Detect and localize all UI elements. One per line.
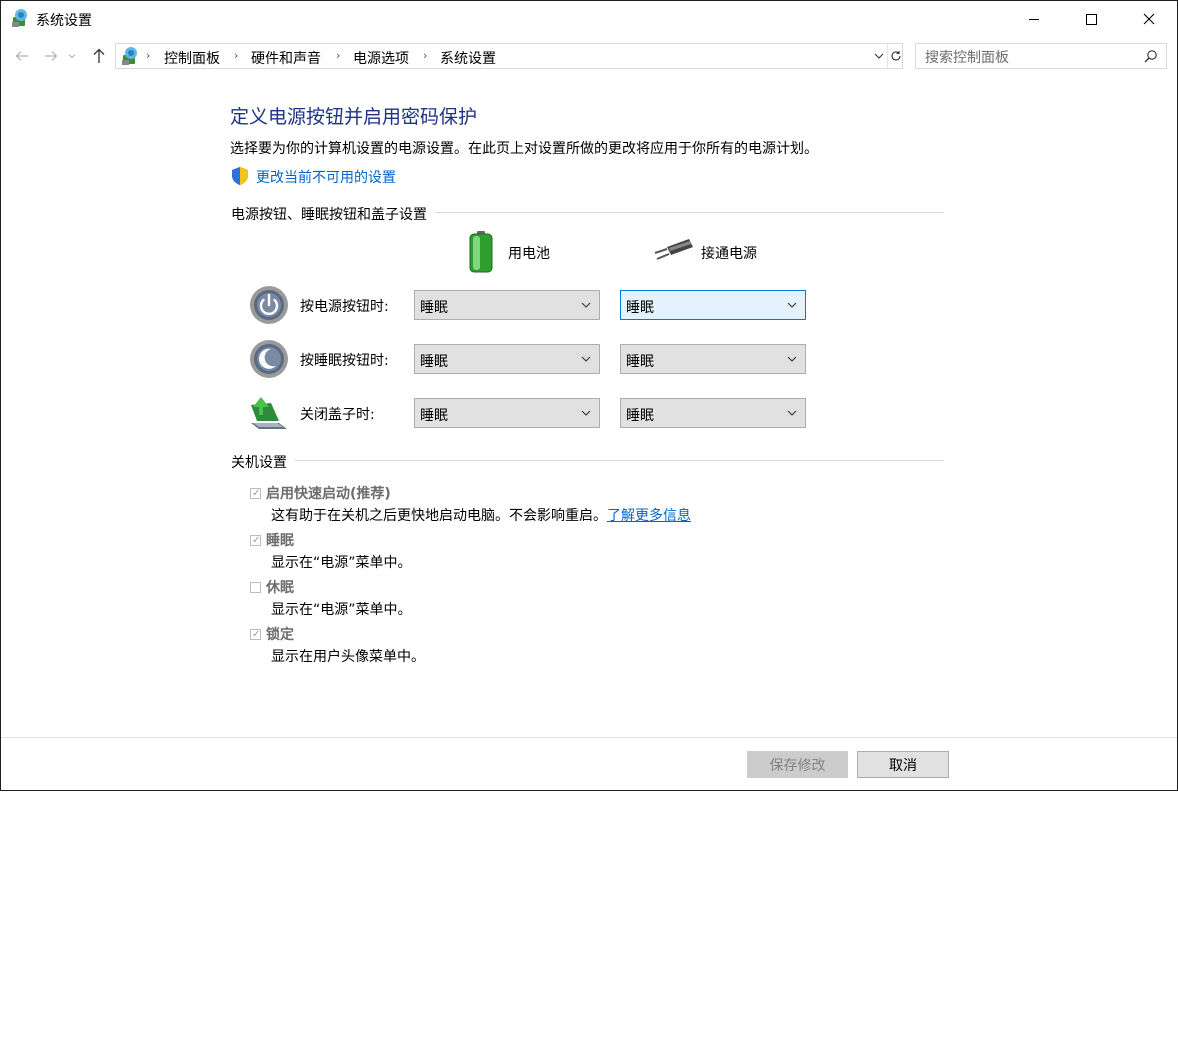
check-icon: ✓ <box>252 629 261 640</box>
chevron-down-icon <box>787 356 797 362</box>
learn-more-link[interactable]: 了解更多信息 <box>607 508 691 524</box>
power-button-battery-select[interactable]: 睡眠 <box>414 290 600 320</box>
page-title: 定义电源按钮并启用密码保护 <box>230 106 478 128</box>
breadcrumb-control-panel[interactable]: 控制面板 <box>164 48 220 68</box>
minimize-button[interactable] <box>1006 1 1063 37</box>
shutdown-section-title: 关机设置 <box>231 452 295 472</box>
power-button-label: 按电源按钮时: <box>300 299 389 315</box>
section-divider <box>233 460 944 461</box>
up-button[interactable] <box>88 45 110 67</box>
page-description: 选择要为你的计算机设置的电源设置。在此页上对设置所做的更改将应用于你所有的电源计… <box>230 141 818 157</box>
breadcrumb-hardware-sound[interactable]: 硬件和声音 <box>251 48 321 68</box>
chevron-down-icon <box>581 302 591 308</box>
search-input[interactable]: 搜索控制面板 <box>915 43 1167 69</box>
hibernate-option-description: 显示在“电源”菜单中。 <box>271 602 412 618</box>
chevron-down-icon <box>787 410 797 416</box>
minimize-icon <box>1029 18 1039 20</box>
address-history-button[interactable] <box>871 44 887 68</box>
lock-checkbox[interactable]: ✓ <box>250 629 261 640</box>
hibernate-checkbox[interactable] <box>250 582 261 593</box>
lid-close-battery-select[interactable]: 睡眠 <box>414 398 600 428</box>
cancel-button[interactable]: 取消 <box>857 751 949 778</box>
fast-startup-description: 这有助于在关机之后更快地启动电脑。不会影响重启。了解更多信息 <box>271 505 691 525</box>
breadcrumb-separator-icon: › <box>146 49 151 62</box>
power-button-plugged-value: 睡眠 <box>626 300 654 316</box>
up-arrow-icon <box>93 48 105 63</box>
lid-close-battery-value: 睡眠 <box>420 408 448 424</box>
sleep-button-plugged-value: 睡眠 <box>626 354 654 370</box>
close-button[interactable] <box>1120 1 1177 37</box>
lid-close-plugged-value: 睡眠 <box>626 408 654 424</box>
power-button-plugged-select[interactable]: 睡眠 <box>620 290 806 320</box>
fast-startup-checkbox[interactable]: ✓ <box>250 488 261 499</box>
check-icon: ✓ <box>252 488 261 499</box>
breadcrumb-separator-icon: › <box>423 49 428 62</box>
sleep-button-battery-value: 睡眠 <box>420 354 448 370</box>
sleep-option-description: 显示在“电源”菜单中。 <box>271 555 412 571</box>
forward-button[interactable] <box>40 45 62 67</box>
recent-locations-button[interactable] <box>65 45 79 67</box>
column-plugged-in: 接通电源 <box>701 246 757 262</box>
uac-shield-icon <box>232 167 248 185</box>
window-title: 系统设置 <box>36 13 92 29</box>
lid-close-plugged-select[interactable]: 睡眠 <box>620 398 806 428</box>
save-changes-button[interactable]: 保存修改 <box>747 751 848 778</box>
chevron-down-icon <box>68 54 76 59</box>
fast-startup-label: 启用快速启动(推荐) <box>266 486 391 502</box>
sleep-button-label: 按睡眠按钮时: <box>300 353 389 369</box>
sleep-button-plugged-select[interactable]: 睡眠 <box>620 344 806 374</box>
breadcrumb-separator-icon: › <box>336 49 341 62</box>
close-icon <box>1143 13 1154 25</box>
lock-option-description: 显示在用户头像菜单中。 <box>271 649 425 665</box>
breadcrumb-power-options[interactable]: 电源选项 <box>353 48 409 68</box>
hibernate-option-label: 休眠 <box>266 580 294 596</box>
chevron-down-icon <box>581 410 591 416</box>
refresh-icon <box>891 51 901 61</box>
power-plug-icon <box>654 239 693 260</box>
check-icon: ✓ <box>252 535 261 546</box>
chevron-down-icon <box>874 53 884 59</box>
chevron-down-icon <box>787 302 797 308</box>
column-on-battery: 用电池 <box>508 246 550 262</box>
chevron-down-icon <box>581 356 591 362</box>
search-icon <box>1144 50 1157 63</box>
control-panel-icon <box>12 9 27 27</box>
search-placeholder: 搜索控制面板 <box>925 50 1009 66</box>
title-bar: 系统设置 <box>1 1 1177 37</box>
control-panel-icon <box>122 47 137 65</box>
battery-icon <box>469 231 493 273</box>
sleep-button-battery-select[interactable]: 睡眠 <box>414 344 600 374</box>
breadcrumb-separator-icon: › <box>234 49 239 62</box>
forward-arrow-icon <box>45 51 58 61</box>
lock-option-label: 锁定 <box>266 627 294 643</box>
sleep-option-label: 睡眠 <box>266 533 294 549</box>
navigation-bar: › 控制面板 › 硬件和声音 › 电源选项 › 系统设置 搜索控制面板 <box>1 37 1177 75</box>
breadcrumb-system-settings[interactable]: 系统设置 <box>440 48 496 68</box>
back-arrow-icon <box>15 51 28 61</box>
power-buttons-section-title: 电源按钮、睡眠按钮和盖子设置 <box>231 204 435 224</box>
maximize-icon <box>1086 13 1097 25</box>
address-bar[interactable]: › 控制面板 › 硬件和声音 › 电源选项 › 系统设置 <box>115 43 903 69</box>
footer-divider <box>1 737 1177 738</box>
power-button-battery-value: 睡眠 <box>420 300 448 316</box>
lid-close-label: 关闭盖子时: <box>300 407 375 423</box>
system-settings-window: 系统设置 › 控制面板 › 硬件和声音 › 电源选项 › 系统设置 搜索控制面板… <box>0 0 1178 791</box>
refresh-button[interactable] <box>887 44 904 68</box>
lid-close-icon <box>251 397 287 429</box>
change-unavailable-settings-link[interactable]: 更改当前不可用的设置 <box>256 167 396 187</box>
back-button[interactable] <box>11 45 33 67</box>
maximize-button[interactable] <box>1063 1 1120 37</box>
sleep-checkbox[interactable]: ✓ <box>250 535 261 546</box>
sleep-button-icon <box>250 340 288 378</box>
fast-startup-desc-text: 这有助于在关机之后更快地启动电脑。不会影响重启。 <box>271 508 607 524</box>
power-button-icon <box>250 286 288 324</box>
